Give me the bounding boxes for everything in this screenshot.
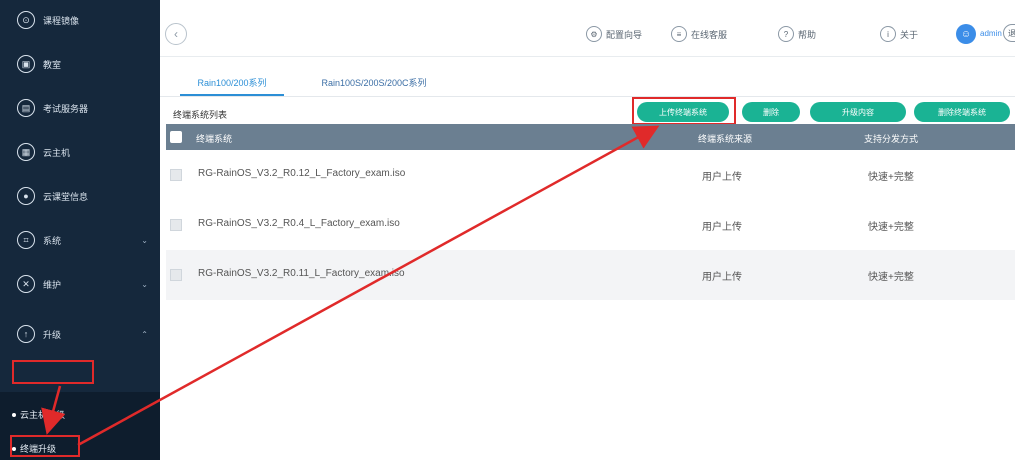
arrow-to-upload-button bbox=[77, 125, 660, 447]
arrow-to-terminal-upgrade bbox=[41, 385, 66, 435]
annotation-arrows bbox=[41, 125, 660, 447]
